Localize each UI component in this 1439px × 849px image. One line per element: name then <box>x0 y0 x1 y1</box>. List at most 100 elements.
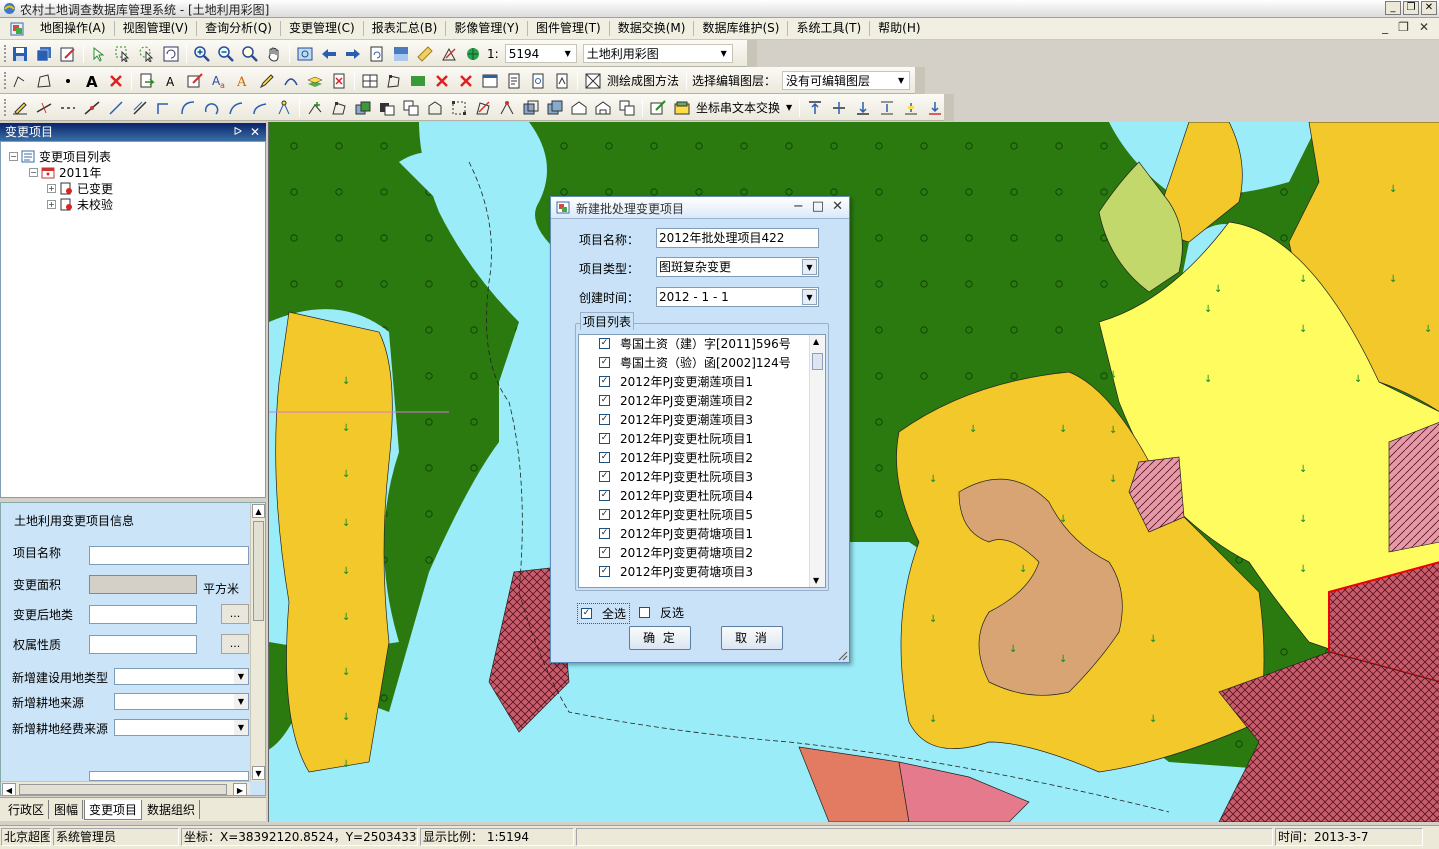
list-item[interactable]: ✓ 2012年PJ变更荷塘项目1 <box>599 524 753 543</box>
ownership-browse-button[interactable]: ... <box>221 634 249 654</box>
pin-icon[interactable]: ᐅ <box>234 123 242 141</box>
menu-map-ops[interactable]: 地图操作(A) <box>32 21 115 36</box>
extra-field[interactable] <box>89 771 249 781</box>
move-vertex-icon[interactable] <box>497 98 516 117</box>
edit-label-icon[interactable] <box>185 71 204 90</box>
edit-pen-icon[interactable] <box>10 98 29 117</box>
dialog-minimize-icon[interactable]: − <box>793 199 804 214</box>
measure-ruler-icon[interactable] <box>415 44 434 63</box>
node-edit-icon[interactable] <box>384 71 403 90</box>
align-bottom-icon[interactable] <box>853 98 872 117</box>
list-item[interactable]: ✓ 2012年PJ变更杜阮项目2 <box>599 448 753 467</box>
maximize-button[interactable]: ❐ <box>1403 1 1419 15</box>
checkbox-checked-icon[interactable]: ✓ <box>599 528 610 539</box>
checkbox-checked-icon[interactable]: ✓ <box>599 338 610 349</box>
text-tool-icon[interactable]: A <box>82 71 101 90</box>
dialog-project-type-select[interactable]: 图斑复杂变更 ▼ <box>656 257 819 277</box>
add-vertex-icon[interactable] <box>305 98 324 117</box>
tab-data-organization[interactable]: 数据组织 <box>143 800 201 819</box>
fill-region-icon[interactable] <box>408 71 427 90</box>
coord-exchange-label[interactable]: 坐标串文本交换 <box>696 99 780 116</box>
curve-2-icon[interactable] <box>226 98 245 117</box>
project-list[interactable]: ✓ 粤国土资（建）字[2011]596号 ✓ 粤国土资（验）函[2002]124号 … <box>578 334 826 588</box>
menu-data-exchange[interactable]: 数据交换(M) <box>610 21 695 36</box>
toolbar-end-handle[interactable] <box>915 67 925 94</box>
scroll-thumb[interactable] <box>19 784 227 795</box>
forward-arrow-icon[interactable] <box>343 44 362 63</box>
label-style-icon[interactable]: Aa <box>209 71 228 90</box>
menu-imagery[interactable]: 影像管理(Y) <box>446 21 529 36</box>
new-construction-select[interactable]: ▼ <box>114 668 249 685</box>
report-icon[interactable] <box>504 71 523 90</box>
project-name-input[interactable] <box>89 546 249 565</box>
close-button[interactable]: ✕ <box>1421 1 1437 15</box>
dropdown-arrow-icon[interactable]: ▼ <box>234 720 248 735</box>
checkbox-checked-icon[interactable]: ✓ <box>599 433 610 444</box>
layer-color-icon[interactable] <box>391 44 410 63</box>
draw-point-icon[interactable] <box>58 71 77 90</box>
checkbox-checked-icon[interactable]: ✓ <box>581 608 592 619</box>
scroll-up-icon[interactable]: ▲ <box>813 337 819 346</box>
after-class-input[interactable] <box>89 605 197 624</box>
polygon-shape-icon[interactable] <box>425 98 444 117</box>
list-item[interactable]: ✓ 2012年PJ变更潮莲项目3 <box>599 410 753 429</box>
full-extent-icon[interactable] <box>295 44 314 63</box>
toolbar-grip[interactable] <box>4 72 7 89</box>
layer-combo[interactable]: 土地利用彩图 ▼ <box>582 44 733 63</box>
zoom-out-icon[interactable] <box>216 44 235 63</box>
tab-admin-region[interactable]: 行政区 <box>4 800 50 819</box>
edit-layer-combo[interactable]: 没有可编辑图层 ▼ <box>782 71 911 90</box>
polygon-copy-icon[interactable] <box>401 98 420 117</box>
globe-icon[interactable] <box>463 44 482 63</box>
curve-3-icon[interactable] <box>250 98 269 117</box>
table-icon[interactable] <box>480 71 499 90</box>
dropdown-arrow-icon[interactable]: ▼ <box>718 47 730 60</box>
invert-checkbox[interactable]: 反选 <box>639 604 684 621</box>
menu-db-maintenance[interactable]: 数据库维护(S) <box>694 21 789 36</box>
delete-doc-icon[interactable] <box>329 71 348 90</box>
toolbar-grip[interactable] <box>4 45 7 62</box>
label-align-icon[interactable]: A <box>233 71 252 90</box>
checkbox-checked-icon[interactable]: ✓ <box>599 490 610 501</box>
list-item[interactable]: ✓ 粤国土资（验）函[2002]124号 <box>599 353 791 372</box>
split-line-icon[interactable] <box>34 98 53 117</box>
checkbox-checked-icon[interactable]: ✓ <box>599 471 610 482</box>
delete-red-x-2-icon[interactable] <box>456 71 475 90</box>
checkbox-checked-icon[interactable]: ✓ <box>599 414 610 425</box>
zoom-region-icon[interactable] <box>240 44 259 63</box>
tab-change-project[interactable]: 变更项目 <box>84 799 143 820</box>
dialog-close-icon[interactable]: ✕ <box>832 199 843 214</box>
dropdown-arrow-icon[interactable]: ▼ <box>562 47 574 60</box>
pan-hand-icon[interactable] <box>264 44 283 63</box>
offset-line-icon[interactable] <box>130 98 149 117</box>
minimize-button[interactable]: _ <box>1385 1 1401 15</box>
list-item[interactable]: ✓ 2012年PJ变更潮莲项目2 <box>599 391 753 410</box>
toolbar-end-handle[interactable] <box>747 40 757 67</box>
chevron-down-icon[interactable]: ▼ <box>786 103 792 112</box>
new-farmland-source-select[interactable]: ▼ <box>114 693 249 710</box>
snap-icon[interactable] <box>274 98 293 117</box>
survey-method-label[interactable]: 测绘成图方法 <box>607 72 679 89</box>
layers-icon[interactable] <box>305 71 324 90</box>
scroll-left-icon[interactable]: ◀ <box>2 783 16 795</box>
scroll-down-icon[interactable]: ▼ <box>813 576 819 585</box>
dropdown-arrow-icon[interactable]: ▼ <box>234 694 248 709</box>
curve-icon[interactable] <box>281 71 300 90</box>
attribute-edit-icon[interactable] <box>648 98 667 117</box>
dropdown-arrow-icon[interactable]: ▼ <box>802 289 817 305</box>
polygon-merge-icon[interactable] <box>353 98 372 117</box>
extend-line-icon[interactable] <box>82 98 101 117</box>
copy-shape-icon[interactable] <box>617 98 636 117</box>
scroll-down-icon[interactable]: ▼ <box>252 766 265 780</box>
dropdown-arrow-icon[interactable]: ▼ <box>895 74 907 87</box>
menu-system-tools[interactable]: 系统工具(T) <box>788 21 871 36</box>
select-rect-icon[interactable] <box>113 44 132 63</box>
report-2-icon[interactable] <box>528 71 547 90</box>
info-vertical-scrollbar[interactable]: ▲ ▼ <box>250 503 265 781</box>
menu-help[interactable]: 帮助(H) <box>870 21 928 36</box>
toolbar-end-handle[interactable] <box>944 94 954 121</box>
align-base-icon[interactable] <box>901 98 920 117</box>
scroll-up-icon[interactable]: ▲ <box>252 504 265 518</box>
label-a-icon[interactable]: A <box>161 71 180 90</box>
pen-icon[interactable] <box>257 71 276 90</box>
